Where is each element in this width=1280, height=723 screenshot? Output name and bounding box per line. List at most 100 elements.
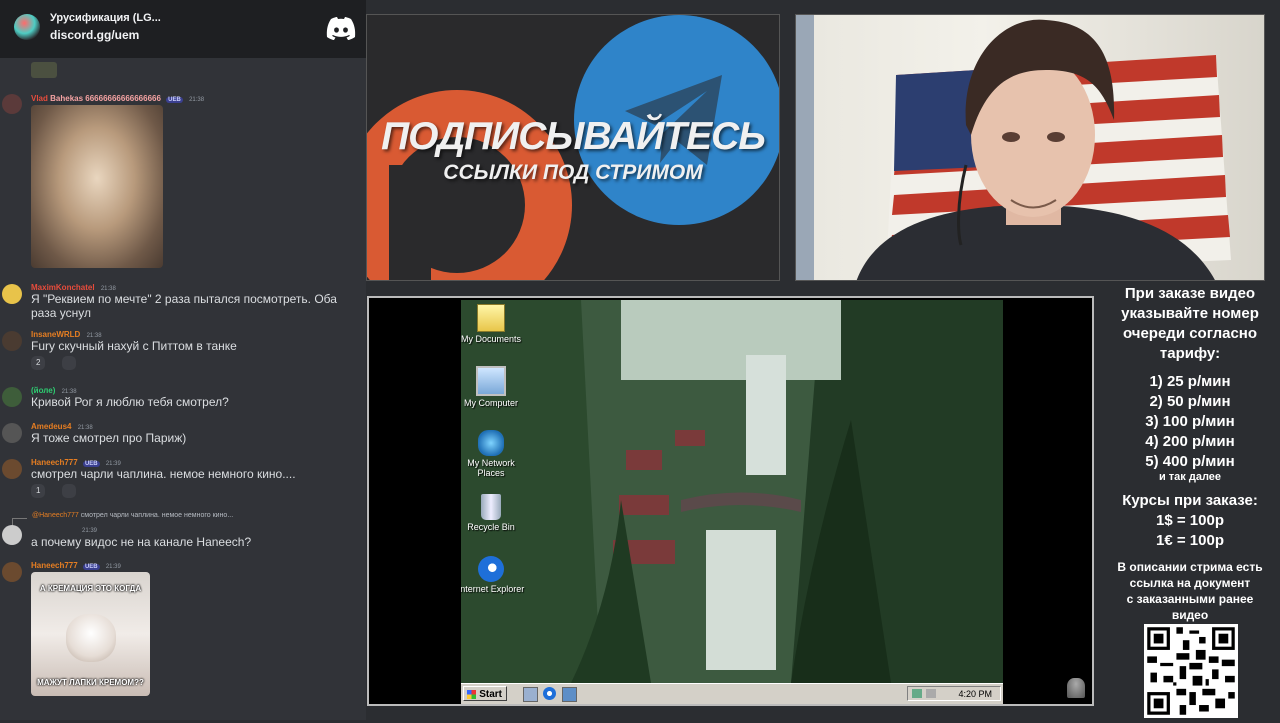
message-text: Кривой Рог я люблю тебя смотрел? [31, 395, 229, 409]
promo-subtitle: ССЫЛКИ ПОД СТРИМОМ [443, 161, 703, 184]
windows-logo-icon [467, 690, 476, 699]
meme-image[interactable]: А КРЕМАЦИЯ ЭТО КОГДА МАЖУТ ЛАПКИ КРЕМОМ?… [31, 572, 150, 696]
desktop-icon-internet-explorer[interactable]: Internet Explorer [461, 556, 526, 594]
icon-label: Recycle Bin [467, 522, 515, 532]
emulator-window: My Documents My Computer My Network Plac… [367, 296, 1094, 706]
qr-code[interactable] [1144, 624, 1238, 718]
desktop-icon-my-network-places[interactable]: My Network Places [461, 430, 526, 478]
webcam-feed [795, 14, 1265, 281]
avatar[interactable] [2, 284, 22, 304]
desktop-icon-recycle-bin[interactable]: Recycle Bin [461, 494, 526, 532]
desktop-icon-my-computer[interactable]: My Computer [461, 366, 526, 408]
server-invite[interactable]: discord.gg/uem [50, 28, 139, 42]
icon-label: Internet Explorer [461, 584, 525, 594]
kitten-figure [66, 614, 116, 662]
username[interactable]: Vlad Bahekas 66666666666666666 UEB 21:38 [31, 94, 204, 103]
streamer-mini-avatar [1067, 678, 1085, 698]
tariff-item: 1) 25 р/мин [1149, 373, 1231, 390]
discord-chat-panel: Урусификация (LG... discord.gg/uem Vlad … [0, 0, 366, 720]
reaction[interactable]: 2 [31, 356, 46, 370]
network-tray-icon[interactable] [912, 689, 922, 698]
tariff-item: 4) 200 р/мин [1145, 433, 1235, 450]
username-text: Amedeus4 [31, 422, 72, 431]
username[interactable]: 21:39 [78, 525, 97, 534]
add-reaction-icon[interactable] [62, 484, 76, 498]
tariff-etc: и так далее [1158, 471, 1222, 483]
info-heading: тарифу: [1159, 345, 1221, 362]
subscribe-banner: ПОДПИСЫВАЙТЕСЬ ССЫЛКИ ПОД СТРИМОМ [366, 14, 780, 281]
message-text: Fury скучный нахуй с Питтом в танке [31, 339, 237, 353]
reaction-count: 1 [36, 486, 41, 495]
username-text: Haneech777 [31, 458, 78, 467]
ie-quicklaunch-icon[interactable] [543, 687, 556, 700]
username[interactable]: Haneech777 UEB 21:39 [31, 458, 121, 467]
chat-header: Урусификация (LG... discord.gg/uem [0, 0, 366, 58]
timestamp: 21:38 [189, 97, 205, 103]
start-button[interactable]: Start [463, 686, 507, 701]
meme-caption-top: А КРЕМАЦИЯ ЭТО КОГДА [39, 584, 142, 593]
description-line: ссылка на документ [1129, 576, 1251, 590]
reply-preview[interactable]: @Haneech777 смотрел чарли чаплина. немое… [32, 512, 233, 519]
username[interactable]: MaximKonchatel 21:38 [31, 283, 116, 292]
reaction[interactable]: 1 [31, 484, 46, 498]
computer-icon [476, 366, 506, 396]
message-text: а почему видос не на канале Haneech? [31, 535, 252, 549]
icon-label: My Documents [461, 334, 522, 344]
username-rest: Bahekas 66666666666666666 [50, 94, 161, 103]
rates-title: Курсы при заказе: [1122, 492, 1258, 509]
username-text: InsaneWRLD [31, 330, 81, 339]
reply-username: @Haneech777 [32, 512, 79, 519]
cat-image[interactable] [31, 105, 163, 268]
username[interactable]: InsaneWRLD 21:38 [31, 330, 102, 339]
internet-explorer-icon [478, 556, 504, 582]
folder-icon [477, 304, 505, 332]
description-line: В описании стрима есть [1117, 560, 1263, 574]
icon-label: My Computer [463, 398, 518, 408]
username-text: Vlad [31, 94, 48, 103]
volume-tray-icon[interactable] [926, 689, 936, 698]
attachment-image[interactable] [31, 62, 57, 78]
tariff-item: 2) 50 р/мин [1149, 393, 1231, 410]
avatar[interactable] [2, 387, 22, 407]
waterfall-wallpaper [461, 300, 1003, 683]
tariff-item: 3) 100 р/мин [1145, 413, 1235, 430]
show-desktop-icon[interactable] [523, 687, 538, 702]
username[interactable]: (йоле) 21:38 [31, 386, 77, 395]
rate-item: 1€ = 100р [1156, 532, 1224, 549]
reaction-count: 2 [36, 358, 41, 367]
timestamp: 21:39 [105, 564, 121, 570]
description-line: с заказанными ранее [1126, 592, 1254, 606]
role-badge: UEB [82, 564, 100, 570]
clock[interactable]: 4:20 PM [958, 687, 992, 702]
taskbar: Start 4:20 PM [461, 683, 1003, 704]
start-label: Start [479, 689, 502, 700]
username[interactable]: Amedeus4 21:38 [31, 422, 93, 431]
message-text: Я тоже смотрел про Париж) [31, 431, 187, 445]
username-text: Haneech777 [31, 561, 78, 570]
outlook-quicklaunch-icon[interactable] [562, 687, 577, 702]
server-name: Урусификация (LG... [50, 12, 161, 24]
username-text: (йоле) [31, 386, 56, 395]
desktop-icon-my-documents[interactable]: My Documents [461, 304, 526, 344]
avatar[interactable] [2, 94, 22, 114]
discord-icon [326, 17, 356, 40]
avatar[interactable] [2, 331, 22, 351]
avatar[interactable] [2, 525, 22, 545]
avatar[interactable] [2, 423, 22, 443]
qr-code-pattern [1144, 624, 1238, 718]
system-tray: 4:20 PM [907, 686, 1001, 701]
tariff-item: 5) 400 р/мин [1145, 453, 1235, 470]
avatar[interactable] [2, 459, 22, 479]
username[interactable]: Haneech777 UEB 21:39 [31, 561, 121, 570]
description-line: видео [1171, 608, 1209, 622]
add-reaction-icon[interactable] [62, 356, 76, 370]
server-avatar[interactable] [14, 14, 40, 40]
avatar[interactable] [2, 562, 22, 582]
info-heading: указывайте номер [1121, 305, 1259, 322]
webcam-scene [796, 15, 1231, 280]
timestamp: 21:39 [82, 528, 98, 534]
recycle-bin-icon [481, 494, 501, 520]
rate-item: 1$ = 100р [1156, 512, 1224, 529]
meme-caption-bottom: МАЖУТ ЛАПКИ КРЕМОМ?? [37, 678, 144, 687]
promo-title: ПОДПИСЫВАЙТЕСЬ [381, 115, 766, 158]
